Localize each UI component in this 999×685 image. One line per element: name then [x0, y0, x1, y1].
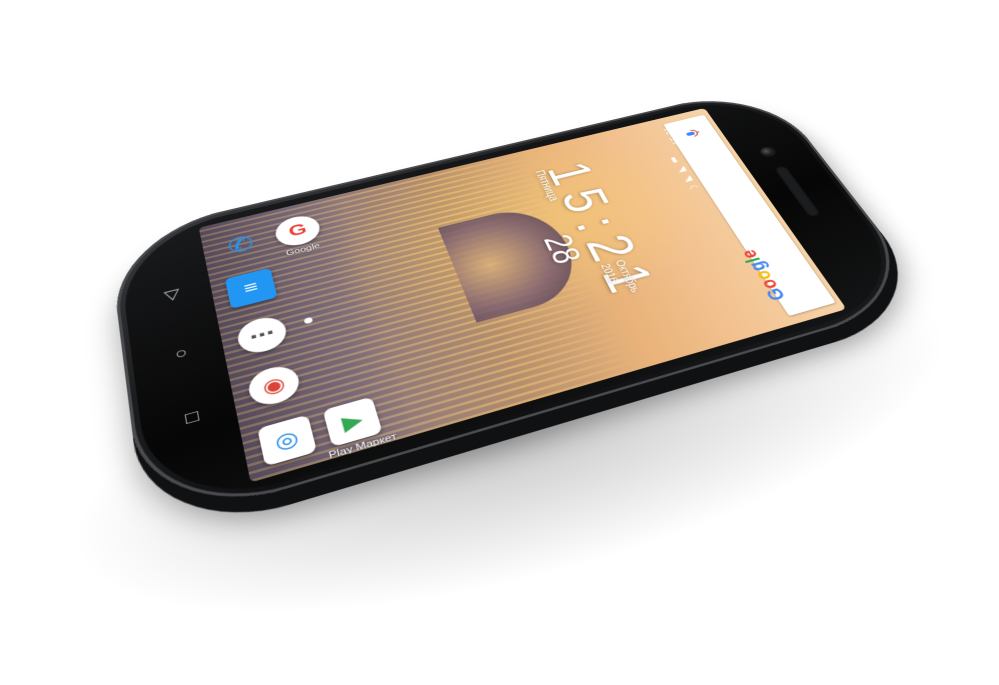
back-key-icon[interactable]: ◁ [159, 288, 183, 304]
mic-icon[interactable] [682, 126, 705, 140]
phone-icon: ✆ [225, 230, 257, 259]
wifi-icon: ◠ [687, 182, 701, 193]
dock-chrome[interactable]: ◉ [240, 360, 308, 411]
recent-apps-key-icon[interactable]: □ [179, 409, 205, 425]
app-google[interactable]: G Google [268, 211, 331, 260]
battery-icon: ▮ [668, 155, 679, 164]
camera-icon: ◎ [257, 414, 318, 467]
app-drawer-icon: ⋯ [234, 313, 290, 358]
chrome-icon: ◉ [245, 361, 303, 410]
dock-app-drawer[interactable]: ⋯ [230, 312, 295, 359]
signal-icon: ◢ [681, 173, 694, 183]
messages-icon: ≡ [224, 267, 278, 309]
dock-camera[interactable]: ◎ [252, 413, 323, 468]
dock-messages[interactable]: ≡ [220, 267, 283, 311]
home-key-icon[interactable]: ○ [169, 346, 194, 361]
photo-stage: ◁ ○ □ G Google ▶ Play Маркет ✆ ≡ ⋯ ◉ ◎ 1… [0, 0, 999, 685]
dock-phone[interactable]: ✆ [211, 224, 271, 265]
page-indicator [303, 316, 314, 324]
signal-icon: ◢ [674, 164, 688, 174]
